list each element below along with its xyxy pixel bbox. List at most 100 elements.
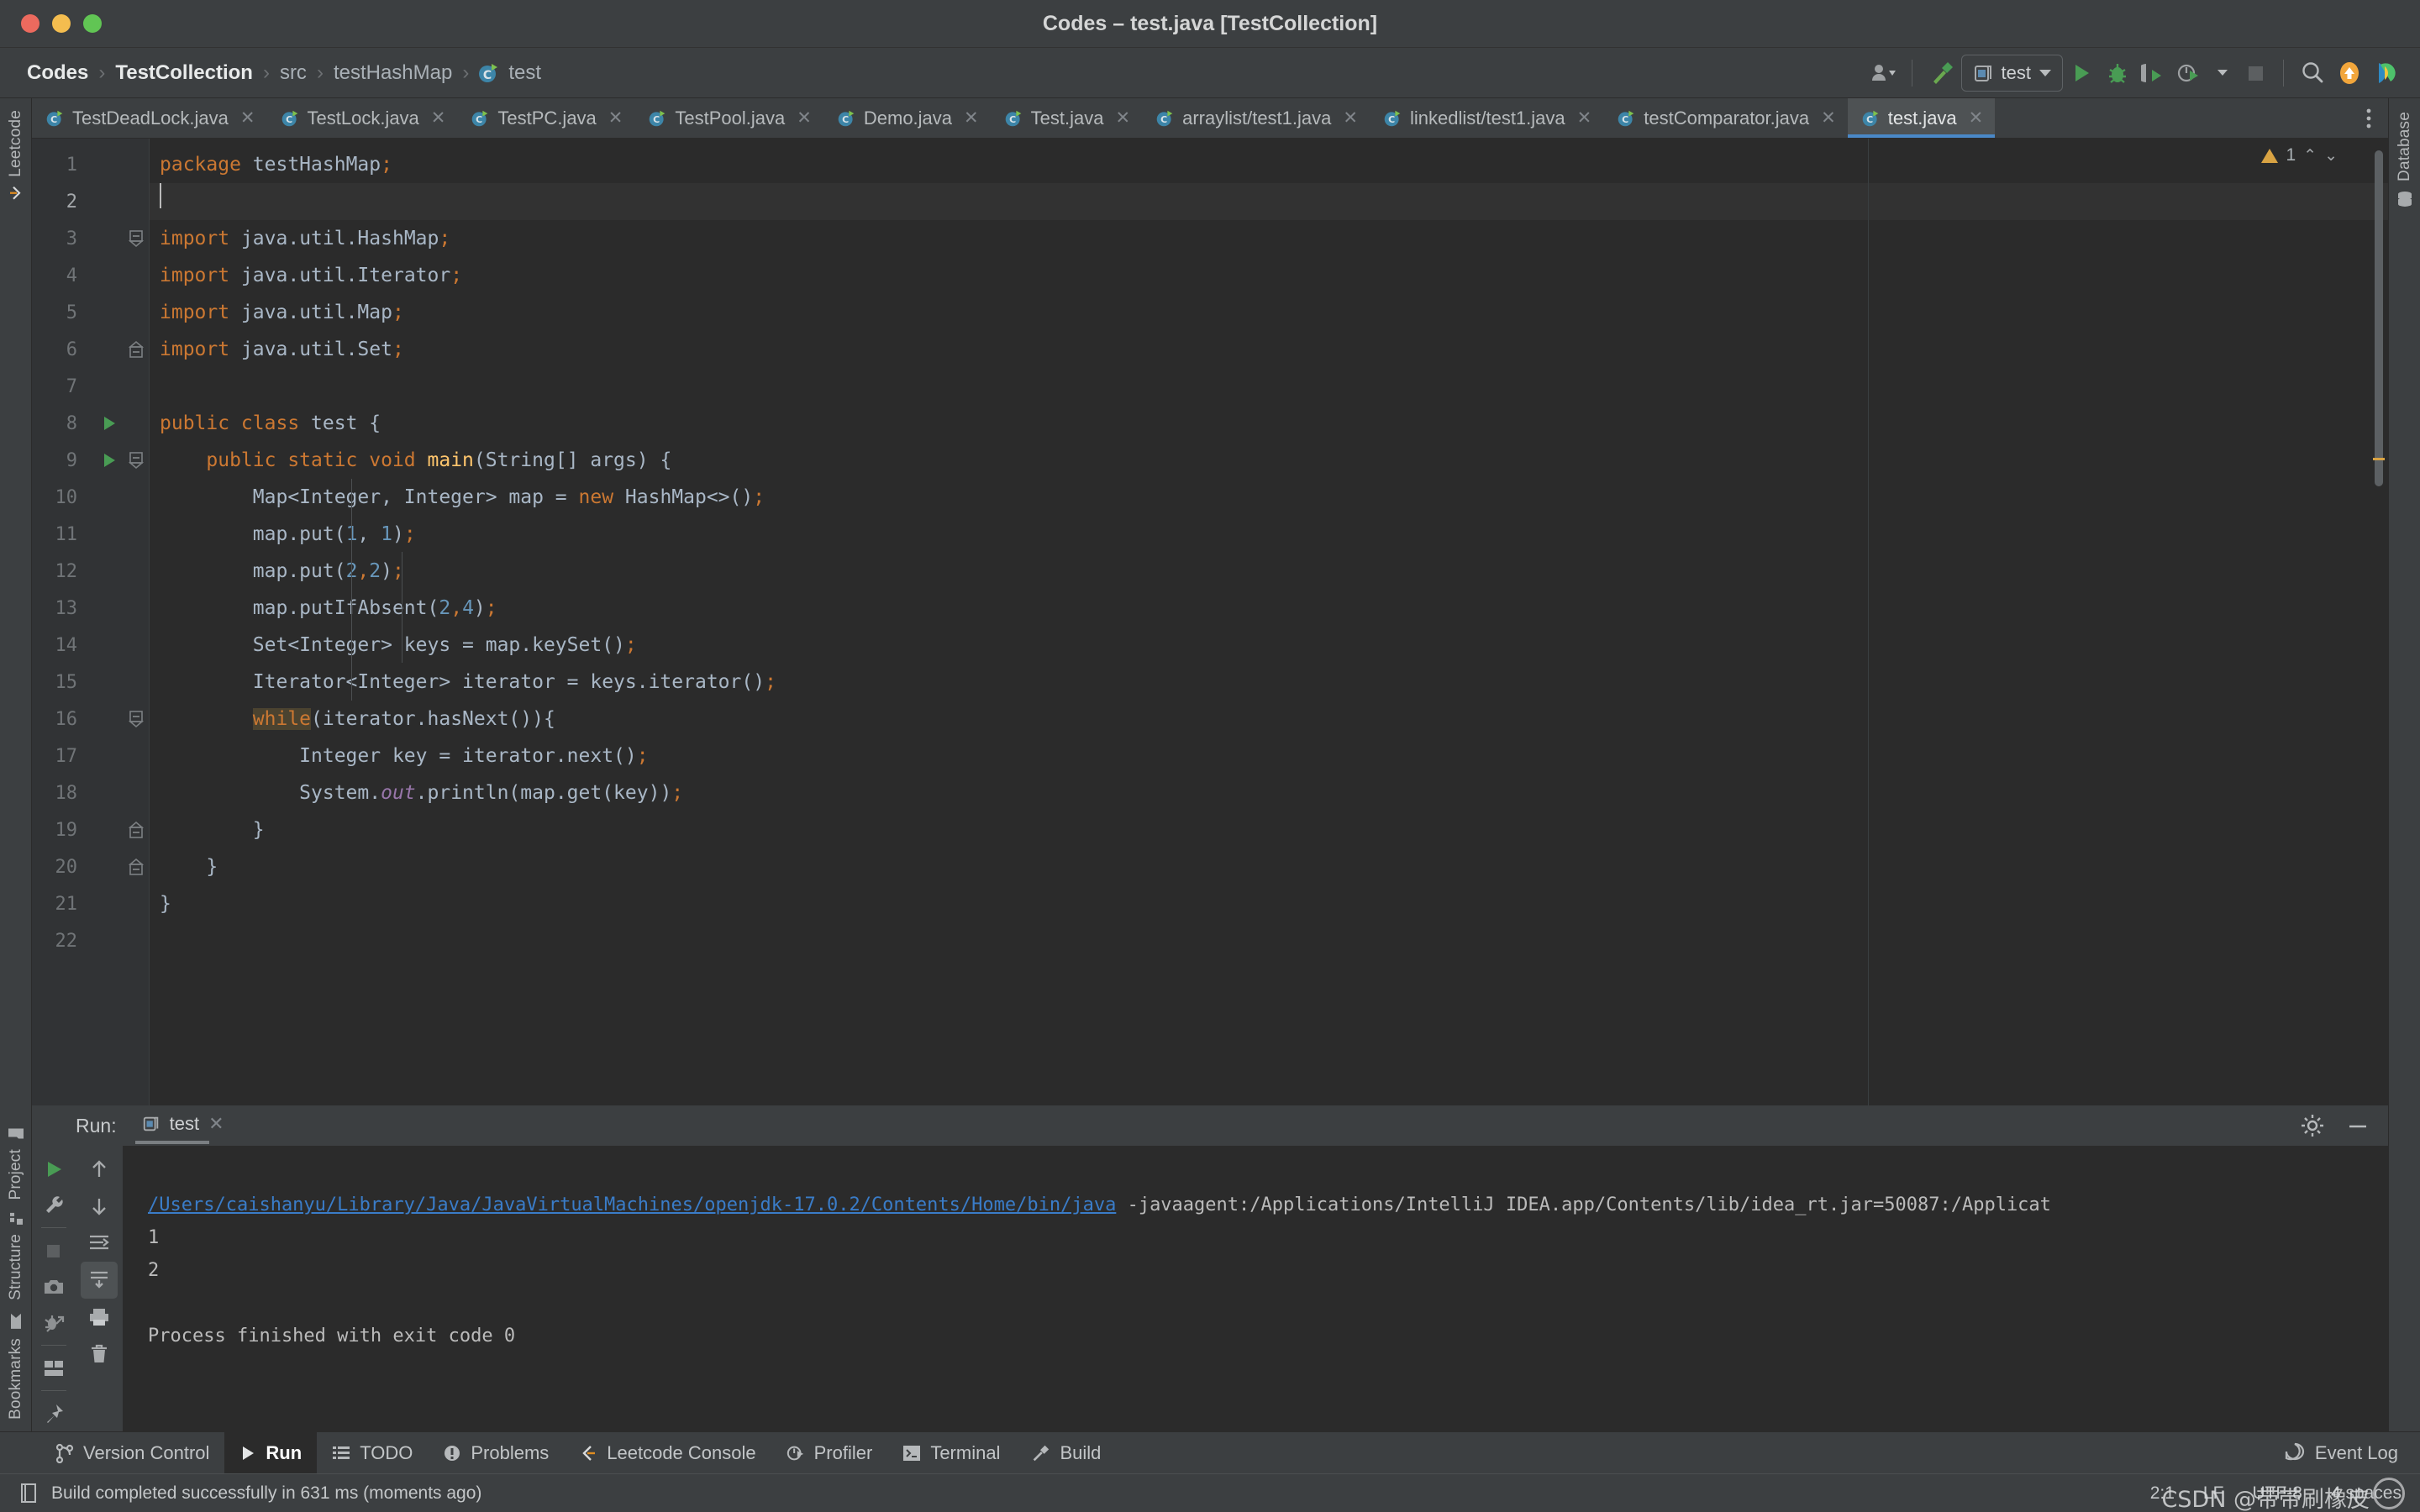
close-icon[interactable]: ✕ — [1115, 108, 1130, 129]
debug-button[interactable] — [2100, 55, 2135, 92]
code-line[interactable]: map.put(1, 1); — [150, 516, 2388, 553]
clear-all-button[interactable] — [81, 1336, 118, 1373]
code-line[interactable] — [150, 183, 2388, 220]
close-window-button[interactable] — [21, 14, 39, 33]
gutter-line[interactable]: 6 — [32, 331, 150, 368]
code-content[interactable]: package testHashMap; import java.util.Ha… — [150, 139, 2388, 1105]
gutter-line[interactable]: 9 — [32, 442, 150, 479]
zoom-window-button[interactable] — [83, 14, 102, 33]
gutter-line[interactable]: 22 — [32, 922, 150, 959]
editor-scrollbar-thumb[interactable] — [2375, 150, 2383, 486]
stop-button[interactable] — [2239, 55, 2273, 92]
caret-position-indicator[interactable]: 2:1 — [2150, 1483, 2175, 1504]
build-project-button[interactable] — [1923, 55, 1961, 92]
line-separator-indicator[interactable]: LF — [2203, 1483, 2224, 1504]
bottom-item-profiler[interactable]: Profiler — [771, 1432, 888, 1473]
bottom-item-run[interactable]: Run — [224, 1432, 318, 1473]
code-line[interactable]: } — [150, 885, 2388, 922]
gutter-line[interactable]: 3 — [32, 220, 150, 257]
run-with-coverage-button[interactable] — [2135, 55, 2170, 92]
code-line[interactable] — [150, 368, 2388, 405]
breadcrumb-item-test[interactable]: test — [507, 59, 543, 87]
gutter-line[interactable]: 2 — [32, 183, 150, 220]
run-configuration-selector[interactable]: test — [1960, 54, 2063, 92]
code-editor[interactable]: 1 2 3 4 5 6 7 8 9 10 11 12 13 14 15 16 17 18 19 20 21 22 pack… — [32, 139, 2388, 1105]
profiler-dropdown[interactable] — [2206, 55, 2239, 92]
java-executable-link[interactable]: /Users/caishanyu/Library/Java/JavaVirtua… — [148, 1194, 1116, 1215]
code-line[interactable]: import java.util.Set; — [150, 331, 2388, 368]
close-icon[interactable]: ✕ — [1577, 108, 1592, 129]
fold-collapse-icon[interactable] — [129, 452, 144, 470]
window-controls[interactable] — [0, 14, 102, 33]
inspection-widget[interactable]: 1 ⌃ ⌄ — [2261, 145, 2338, 165]
next-problem-button[interactable]: ⌄ — [2324, 146, 2338, 165]
previous-problem-button[interactable]: ⌃ — [2303, 146, 2317, 165]
breadcrumb-item-testcollection[interactable]: TestCollection — [113, 59, 255, 87]
gutter-line[interactable]: 20 — [32, 848, 150, 885]
gutter-line[interactable]: 8 — [32, 405, 150, 442]
code-line[interactable]: Map<Integer, Integer> map = new HashMap<… — [150, 479, 2388, 516]
editor-gutter[interactable]: 1 2 3 4 5 6 7 8 9 10 11 12 13 14 15 16 17 18 19 20 21 22 — [32, 139, 150, 1105]
stop-button[interactable] — [35, 1232, 72, 1268]
code-line[interactable]: Integer key = iterator.next(); — [150, 738, 2388, 774]
code-line[interactable]: Set<Integer> keys = map.keySet(); — [150, 627, 2388, 664]
bottom-item-todo[interactable]: TODO — [317, 1432, 428, 1473]
code-line[interactable]: System.out.println(map.get(key)); — [150, 774, 2388, 811]
update-project-button[interactable] — [2331, 55, 2368, 92]
code-line[interactable]: map.put(2,2); — [150, 553, 2388, 590]
gutter-line[interactable]: 13 — [32, 590, 150, 627]
event-log-button[interactable]: Event Log — [2284, 1432, 2420, 1473]
run-gutter-icon[interactable] — [104, 454, 115, 467]
close-icon[interactable]: ✕ — [1969, 108, 1984, 129]
editor-warning-marker[interactable] — [2373, 458, 2385, 460]
sidebar-item-structure[interactable]: Structure — [7, 1206, 25, 1305]
gutter-line[interactable]: 21 — [32, 885, 150, 922]
editor-tab-linkedlist-test1[interactable]: C linkedlist/test1.java ✕ — [1370, 98, 1603, 138]
breadcrumb-item-testhashmap[interactable]: testHashMap — [332, 59, 454, 87]
camera-icon[interactable] — [35, 1268, 72, 1305]
run-button[interactable] — [2063, 55, 2100, 92]
close-icon[interactable]: ✕ — [964, 108, 979, 129]
soft-wrap-button[interactable] — [81, 1225, 118, 1262]
breadcrumb-item-codes[interactable]: Codes — [25, 59, 90, 87]
edit-configuration-button[interactable] — [35, 1187, 72, 1223]
sidebar-item-leetcode[interactable]: Leetcode — [7, 105, 25, 207]
editor-tab-testdeadlock[interactable]: C TestDeadLock.java ✕ — [32, 98, 267, 138]
minimize-window-button[interactable] — [52, 14, 71, 33]
tab-list-menu-button[interactable] — [2349, 98, 2388, 138]
sidebar-item-bookmarks[interactable]: Bookmarks — [7, 1307, 25, 1425]
code-line[interactable]: import java.util.HashMap; — [150, 220, 2388, 257]
fold-end-icon[interactable] — [129, 340, 144, 358]
breadcrumb-item-src[interactable]: src — [278, 59, 308, 87]
run-gutter-icon[interactable] — [104, 417, 115, 430]
fold-collapse-icon[interactable] — [129, 230, 144, 248]
bottom-item-build[interactable]: Build — [1015, 1432, 1116, 1473]
chevron-down-icon[interactable] — [2217, 70, 2228, 76]
editor-tab-testpool[interactable]: C TestPool.java ✕ — [634, 98, 823, 138]
code-line[interactable]: import java.util.Map; — [150, 294, 2388, 331]
close-icon[interactable]: ✕ — [208, 1113, 224, 1135]
sidebar-item-project[interactable]: Project — [7, 1122, 25, 1205]
close-icon[interactable]: ✕ — [1821, 108, 1836, 129]
gutter-line[interactable]: 19 — [32, 811, 150, 848]
editor-tab-demo[interactable]: C Demo.java ✕ — [823, 98, 991, 138]
debug-restore-icon[interactable] — [35, 1305, 72, 1341]
editor-tab-test[interactable]: C Test.java ✕ — [991, 98, 1142, 138]
close-icon[interactable]: ✕ — [431, 108, 446, 129]
status-message-area[interactable]: Build completed successfully in 631 ms (… — [18, 1483, 481, 1504]
editor-tab-test-java-active[interactable]: C test.java ✕ — [1847, 98, 1996, 138]
gutter-line[interactable]: 12 — [32, 553, 150, 590]
scroll-down-button[interactable] — [81, 1188, 118, 1225]
gutter-line[interactable]: 7 — [32, 368, 150, 405]
bottom-item-leetcode-console[interactable]: Leetcode Console — [564, 1432, 771, 1473]
bottom-item-problems[interactable]: Problems — [428, 1432, 564, 1473]
code-line[interactable]: public static void main(String[] args) { — [150, 442, 2388, 479]
code-line[interactable]: public class test { — [150, 405, 2388, 442]
close-icon[interactable]: ✕ — [797, 108, 812, 129]
gutter-line[interactable]: 5 — [32, 294, 150, 331]
fold-collapse-icon[interactable] — [129, 711, 144, 728]
editor-tab-testpc[interactable]: C TestPC.java ✕ — [457, 98, 634, 138]
profiler-button[interactable] — [2170, 55, 2206, 92]
bottom-item-version-control[interactable]: Version Control — [40, 1432, 224, 1473]
pin-icon[interactable] — [35, 1395, 72, 1431]
